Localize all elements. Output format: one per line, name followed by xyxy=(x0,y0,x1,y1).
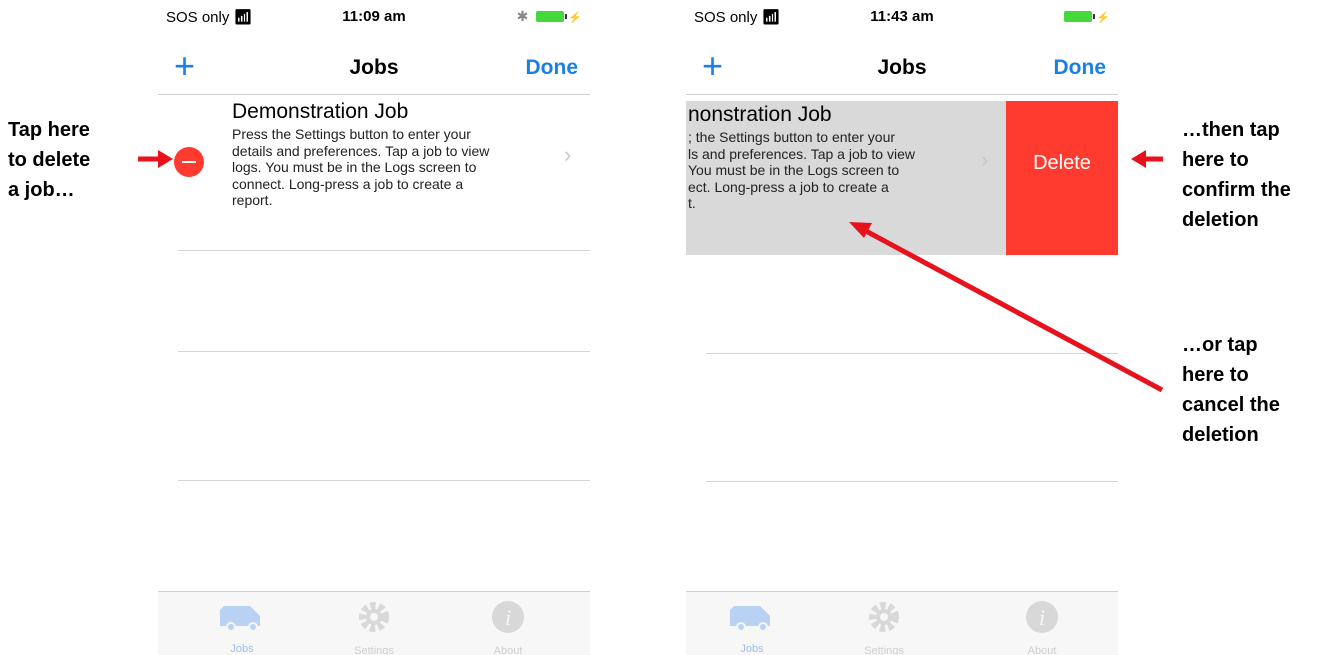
delete-button[interactable]: Delete xyxy=(1006,101,1118,255)
job-row[interactable]: Demonstration Job Press the Settings but… xyxy=(158,96,590,250)
job-title: Demonstration Job xyxy=(232,100,409,123)
status-bar: SOS only 📶︎ 11:09 am ✱ ⚡ xyxy=(158,0,590,26)
separator xyxy=(706,353,1118,354)
done-button[interactable]: Done xyxy=(1054,56,1107,80)
desc-line: You must be in the Logs screen to xyxy=(688,162,900,178)
status-right: ✱ ⚡ xyxy=(516,8,582,24)
separator xyxy=(178,480,590,481)
status-right: ⚡ xyxy=(1064,8,1110,24)
van-icon xyxy=(730,606,770,632)
separator xyxy=(178,351,590,352)
annotation-cancel-hint: …or tap here to cancel the deletion xyxy=(1182,330,1280,450)
desc-line: ; the Settings button to enter your xyxy=(688,129,896,145)
annotation-line: Tap here xyxy=(8,119,90,141)
phone-screen-edit-mode: SOS only 📶︎ 11:09 am ✱ ⚡ + Jobs Done Demo… xyxy=(158,0,590,655)
separator xyxy=(706,481,1118,482)
job-row-cancel-area[interactable]: nonstration Job ; the Settings button to… xyxy=(686,101,1006,255)
annotation-confirm-hint: …then tap here to confirm the deletion xyxy=(1182,115,1291,235)
desc-line: logs. You must be in the Logs screen to xyxy=(232,159,477,175)
status-bar: SOS only 📶︎ 11:43 am ⚡ xyxy=(686,0,1118,26)
job-title: nonstration Job xyxy=(688,103,832,126)
done-button[interactable]: Done xyxy=(526,56,579,80)
navigation-bar: + Jobs Done xyxy=(158,38,590,95)
annotation-line: here to xyxy=(1182,364,1249,386)
annotation-line: here to xyxy=(1182,149,1249,171)
job-row-content: Demonstration Job Press the Settings but… xyxy=(232,96,590,250)
annotation-line: a job… xyxy=(8,179,75,201)
charging-icon: ⚡ xyxy=(568,12,582,24)
tab-label: About xyxy=(1027,645,1057,655)
tab-jobs[interactable]: Jobs xyxy=(702,600,802,655)
job-row-swiped[interactable]: nonstration Job ; the Settings button to… xyxy=(686,101,1118,255)
chevron-right-icon: › xyxy=(564,142,572,167)
annotation-line: confirm the xyxy=(1182,179,1291,201)
arrow-to-delete-button xyxy=(1131,150,1163,168)
desc-line: Press the Settings button to enter your xyxy=(232,126,471,142)
tab-label: Jobs xyxy=(230,643,254,655)
job-row-content: nonstration Job ; the Settings button to… xyxy=(688,101,988,255)
separator xyxy=(178,250,590,251)
annotation-line: to delete xyxy=(8,149,91,171)
tab-bar: Jobs Settings i About xyxy=(158,591,590,655)
tab-about[interactable]: i About xyxy=(992,600,1092,655)
gear-icon xyxy=(869,602,899,632)
tab-settings[interactable]: Settings xyxy=(834,600,934,655)
chevron-right-icon: › xyxy=(981,147,989,172)
status-time: 11:43 am xyxy=(870,8,934,25)
desc-line: ls and preferences. Tap a job to view xyxy=(688,145,915,162)
tab-settings[interactable]: Settings xyxy=(324,600,424,655)
bluetooth-icon: ✱ xyxy=(516,8,529,24)
job-description: ; the Settings button to enter your ls a… xyxy=(688,129,988,212)
tab-bar: Jobs Settings i About xyxy=(686,591,1118,655)
tab-about[interactable]: i About xyxy=(458,600,558,655)
annotation-line: deletion xyxy=(1182,209,1259,231)
svg-text:i: i xyxy=(505,605,511,630)
battery-icon xyxy=(1064,11,1096,22)
svg-text:i: i xyxy=(1039,605,1045,630)
annotation-delete-hint: Tap here to delete a job… xyxy=(8,115,90,205)
gear-icon xyxy=(359,602,389,632)
battery-icon xyxy=(536,11,568,22)
tab-label: Jobs xyxy=(740,643,764,655)
desc-line: connect. Long-press a job to create a xyxy=(232,175,464,192)
tab-label: About xyxy=(493,645,523,655)
tab-label: Settings xyxy=(864,645,904,655)
charging-icon: ⚡ xyxy=(1096,12,1110,24)
info-icon: i xyxy=(1026,601,1058,633)
annotation-line: …then tap xyxy=(1182,119,1280,141)
desc-line: report. xyxy=(232,192,273,208)
desc-line: details and preferences. Tap a job to vi… xyxy=(232,142,490,159)
delete-toggle-icon[interactable] xyxy=(174,147,204,177)
desc-line: ect. Long-press a job to create a xyxy=(688,178,889,195)
job-description: Press the Settings button to enter your … xyxy=(232,126,590,209)
annotation-line: deletion xyxy=(1182,424,1259,446)
annotation-line: cancel the xyxy=(1182,394,1280,416)
annotation-line: …or tap xyxy=(1182,334,1258,356)
navigation-bar: + Jobs Done xyxy=(686,38,1118,95)
phone-screen-swipe-delete: SOS only 📶︎ 11:43 am ⚡ + Jobs Done nonst… xyxy=(686,0,1118,655)
tab-jobs[interactable]: Jobs xyxy=(192,600,292,655)
tab-label: Settings xyxy=(354,645,394,655)
info-icon: i xyxy=(492,601,524,633)
desc-line: t. xyxy=(688,195,696,211)
van-icon xyxy=(220,606,260,632)
